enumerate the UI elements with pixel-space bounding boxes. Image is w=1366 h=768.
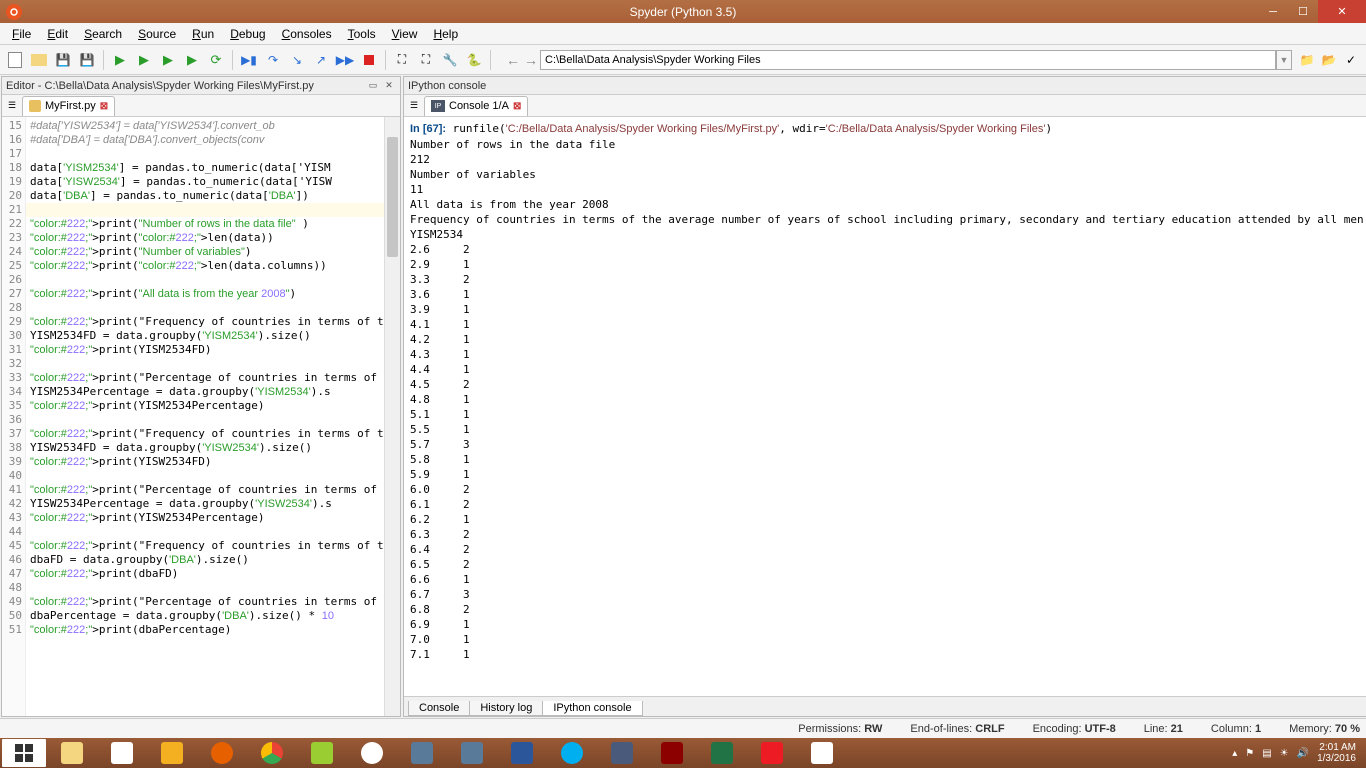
menu-bar: FileEditSearchSourceRunDebugConsolesTool… xyxy=(0,23,1366,45)
window-title: Spyder (Python 3.5) xyxy=(630,5,737,19)
forward-button[interactable]: → xyxy=(522,52,540,68)
bottom-tab-history-log[interactable]: History log xyxy=(469,701,543,716)
maximize-pane-button[interactable]: ⛶ xyxy=(391,49,413,71)
save-all-button[interactable]: 💾 xyxy=(76,49,98,71)
taskbar-clock[interactable]: 2:01 AM 1/3/2016 xyxy=(1317,742,1356,764)
windows-taskbar: ▴ ⚑ ▤ ☀ 🔊 2:01 AM 1/3/2016 xyxy=(0,738,1366,768)
menu-help[interactable]: Help xyxy=(425,27,466,41)
new-file-button[interactable] xyxy=(4,49,26,71)
editor-panel: Editor - C:\Bella\Data Analysis\Spyder W… xyxy=(1,76,401,717)
working-dir-input[interactable] xyxy=(540,50,1276,70)
tray-network-icon[interactable]: ▤ xyxy=(1262,748,1271,759)
outlook-taskbar[interactable] xyxy=(148,739,196,767)
run-cell-button[interactable]: ▶ xyxy=(133,49,155,71)
menu-search[interactable]: Search xyxy=(76,27,130,41)
code-editor[interactable]: #data['YISW2534'] = data['YISW2534'].con… xyxy=(26,117,384,716)
close-button[interactable]: ✕ xyxy=(1318,0,1366,23)
tab-close-icon[interactable]: ⊠ xyxy=(513,101,521,112)
preferences-button[interactable]: 🔧 xyxy=(439,49,461,71)
continue-button[interactable]: ▶▶ xyxy=(334,49,356,71)
file-explorer-taskbar[interactable] xyxy=(48,739,96,767)
tab-list-button[interactable]: ☰ xyxy=(406,98,422,114)
app-taskbar-4[interactable] xyxy=(598,739,646,767)
start-button[interactable] xyxy=(2,739,46,767)
menu-source[interactable]: Source xyxy=(130,27,184,41)
menu-edit[interactable]: Edit xyxy=(39,27,76,41)
step-over-button[interactable]: ↷ xyxy=(262,49,284,71)
back-button[interactable]: ← xyxy=(504,52,522,68)
browse-dir-button[interactable]: 📁 xyxy=(1296,49,1318,71)
line-number-gutter: 15 16 17 18 19 20 21 22 23 24 25 26 27 2… xyxy=(2,117,26,716)
talk-taskbar[interactable] xyxy=(348,739,396,767)
rerun-button[interactable]: ⟳ xyxy=(205,49,227,71)
editor-tab[interactable]: MyFirst.py ⊠ xyxy=(22,96,115,116)
app-taskbar-1[interactable] xyxy=(98,739,146,767)
spyder-taskbar[interactable] xyxy=(648,739,696,767)
step-into-button[interactable]: ↘ xyxy=(286,49,308,71)
open-file-button[interactable] xyxy=(28,49,50,71)
save-button[interactable]: 💾 xyxy=(52,49,74,71)
console-tab-label: Console 1/A xyxy=(449,100,509,112)
console-tab[interactable]: IP Console 1/A ⊠ xyxy=(424,96,528,116)
tab-list-button[interactable]: ☰ xyxy=(4,98,20,114)
window-titlebar: Spyder (Python 3.5) ─ ☐ ✕ xyxy=(0,0,1366,23)
paint-taskbar[interactable] xyxy=(798,739,846,767)
skype-taskbar[interactable] xyxy=(548,739,596,767)
ipython-console[interactable]: In [67]: runfile('C:/Bella/Data Analysis… xyxy=(404,117,1366,696)
python-path-button[interactable]: 🐍 xyxy=(463,49,485,71)
excel-taskbar[interactable] xyxy=(698,739,746,767)
run-button[interactable]: ▶ xyxy=(109,49,131,71)
menu-tools[interactable]: Tools xyxy=(340,27,384,41)
editor-panel-title: Editor - C:\Bella\Data Analysis\Spyder W… xyxy=(6,80,314,92)
bottom-tab-ipython-console[interactable]: IPython console xyxy=(542,701,642,716)
menu-file[interactable]: File xyxy=(4,27,39,41)
run-selection-button[interactable]: ▶ xyxy=(181,49,203,71)
system-tray[interactable]: ▴ ⚑ ▤ ☀ 🔊 2:01 AM 1/3/2016 xyxy=(1232,742,1364,764)
minimize-button[interactable]: ─ xyxy=(1258,0,1288,23)
path-dropdown-button[interactable]: ▼ xyxy=(1276,50,1292,70)
maximize-button[interactable]: ☐ xyxy=(1288,0,1318,23)
debug-button[interactable]: ▶▮ xyxy=(238,49,260,71)
menu-debug[interactable]: Debug xyxy=(222,27,273,41)
step-out-button[interactable]: ↗ xyxy=(310,49,332,71)
menu-run[interactable]: Run xyxy=(184,27,222,41)
bottom-tab-console[interactable]: Console xyxy=(408,701,470,716)
word-taskbar[interactable] xyxy=(498,739,546,767)
tray-up-icon[interactable]: ▴ xyxy=(1232,748,1237,759)
notepad-taskbar[interactable] xyxy=(298,739,346,767)
ipython-icon: IP xyxy=(431,100,445,112)
tray-flag-icon[interactable]: ⚑ xyxy=(1245,748,1254,759)
panel-close-button[interactable]: ✕ xyxy=(382,79,396,93)
menu-view[interactable]: View xyxy=(384,27,426,41)
fullscreen-button[interactable]: ⛶ xyxy=(415,49,437,71)
editor-tab-label: MyFirst.py xyxy=(45,100,96,112)
tray-battery-icon[interactable]: ☀ xyxy=(1280,748,1289,759)
tray-volume-icon[interactable]: 🔊 xyxy=(1297,748,1309,759)
stop-debug-button[interactable] xyxy=(358,49,380,71)
tab-close-icon[interactable]: ⊠ xyxy=(100,101,108,112)
app-taskbar-3[interactable] xyxy=(448,739,496,767)
run-cell-advance-button[interactable]: ▶ xyxy=(157,49,179,71)
app-taskbar-2[interactable] xyxy=(398,739,446,767)
console-panel: IPython console ▭ ✕ ☰ IP Console 1/A ⊠ ⚙… xyxy=(403,76,1366,717)
status-bar: Permissions: RW End-of-lines: CRLF Encod… xyxy=(0,718,1366,738)
menu-consoles[interactable]: Consoles xyxy=(274,27,340,41)
ubuntu-icon xyxy=(6,4,22,20)
firefox-taskbar[interactable] xyxy=(198,739,246,767)
panel-undock-button[interactable]: ▭ xyxy=(366,79,380,93)
main-toolbar: 💾 💾 ▶ ▶ ▶ ▶ ⟳ ▶▮ ↷ ↘ ↗ ▶▶ ⛶ ⛶ 🔧 🐍 ← → ▼ … xyxy=(0,45,1366,75)
python-file-icon xyxy=(29,100,41,112)
chrome-taskbar[interactable] xyxy=(248,739,296,767)
set-dir-button[interactable]: ✓ xyxy=(1340,49,1362,71)
console-bottom-tabs: ConsoleHistory logIPython console xyxy=(404,696,1366,716)
console-panel-title: IPython console xyxy=(408,80,486,92)
parent-dir-button[interactable]: 📂 xyxy=(1318,49,1340,71)
editor-scrollbar[interactable] xyxy=(384,117,400,716)
acrobat-taskbar[interactable] xyxy=(748,739,796,767)
